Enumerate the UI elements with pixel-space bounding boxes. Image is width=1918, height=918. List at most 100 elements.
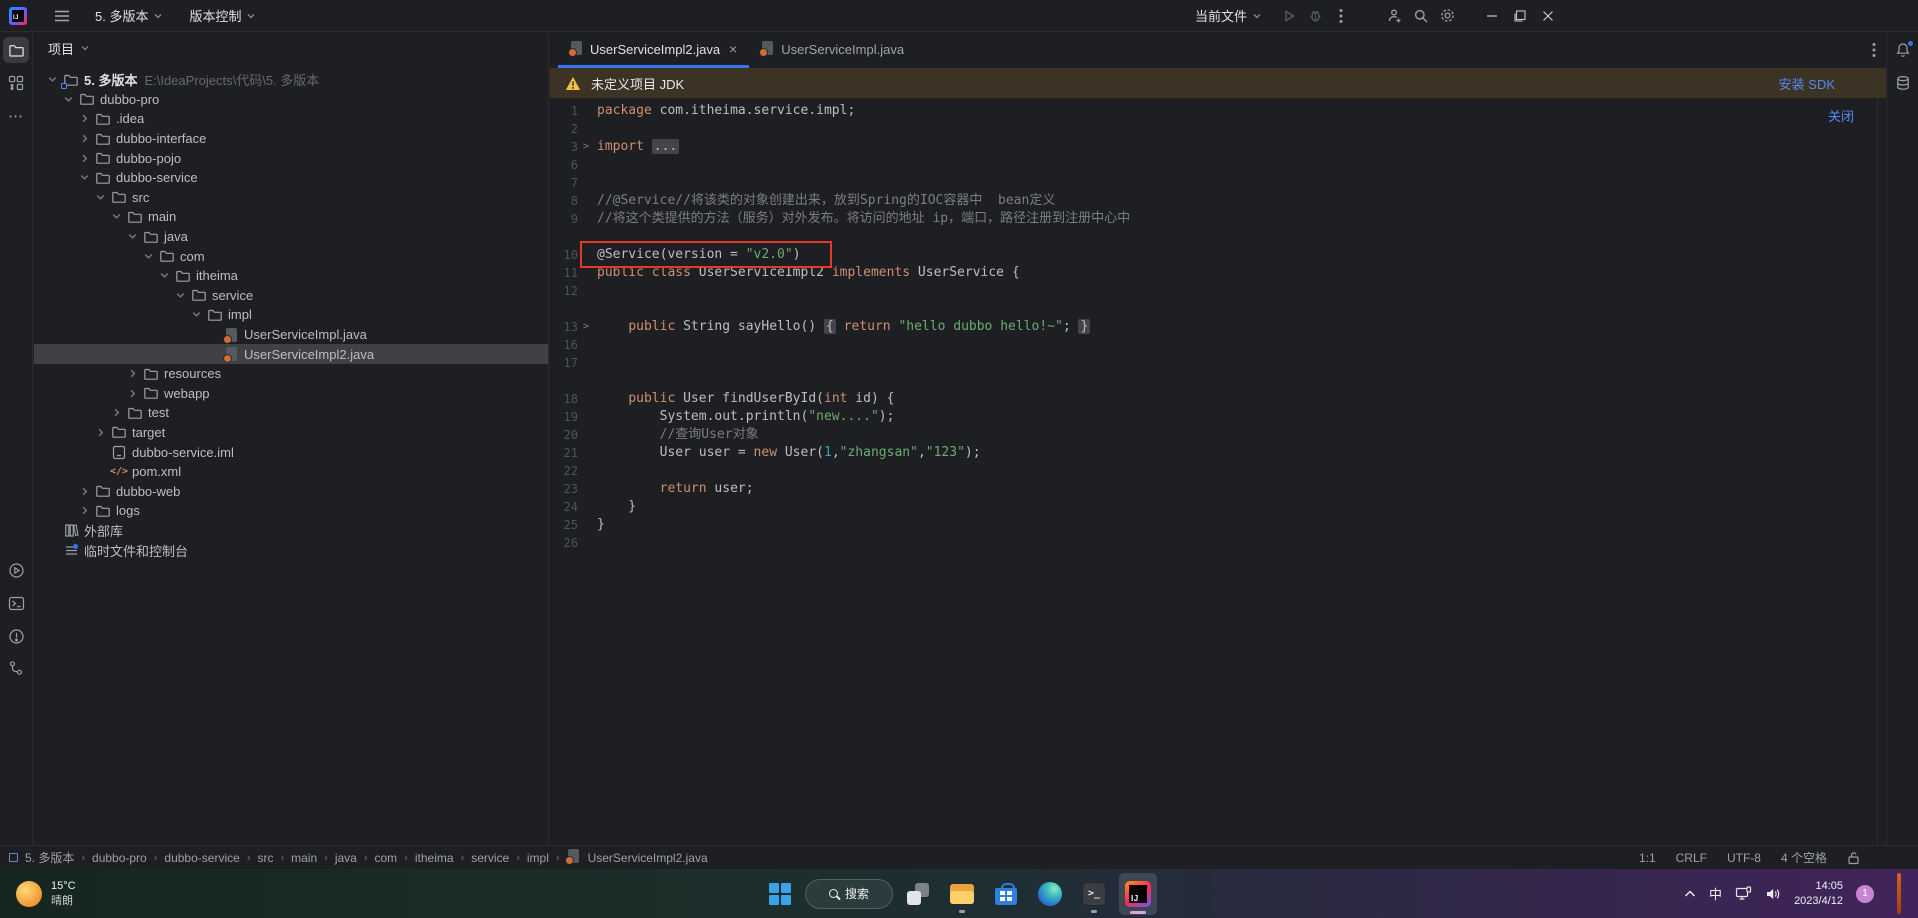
task-view-button[interactable]	[899, 873, 937, 915]
code-editor[interactable]: 1package com.itheima.service.impl;23>imp…	[550, 98, 1886, 845]
problems-toolwindow-icon[interactable]	[3, 623, 29, 649]
tree-item-impl[interactable]: impl	[34, 305, 548, 325]
code-line-3[interactable]: 3>import ...	[550, 138, 1886, 156]
code-line-25[interactable]: 25}	[550, 516, 1886, 534]
editor-tab-userserviceimpl2-java[interactable]: UserServiceImpl2.java×	[558, 33, 749, 68]
tree-item-userserviceimpl-java[interactable]: UserServiceImpl.java	[34, 325, 548, 345]
project-selector[interactable]: 5. 多版本	[95, 6, 163, 25]
chevron-down-icon[interactable]	[124, 230, 141, 243]
minimize-button[interactable]	[1478, 3, 1506, 29]
breadcrumb-item-com[interactable]: com	[375, 851, 398, 865]
tree-item-java[interactable]: java	[34, 227, 548, 247]
code-line-24[interactable]: 24 }	[550, 498, 1886, 516]
tree-item-test[interactable]: test	[34, 403, 548, 423]
structure-toolwindow-icon[interactable]	[3, 70, 29, 96]
chevron-right-icon[interactable]	[76, 132, 93, 145]
chevron-right-icon[interactable]	[76, 112, 93, 125]
tree-item-dubbo-service-iml[interactable]: dubbo-service.iml	[34, 442, 548, 462]
chevron-down-icon[interactable]	[140, 250, 157, 263]
close-tab-icon[interactable]: ×	[729, 42, 737, 56]
code-line-13[interactable]: 13> public String sayHello() { return "h…	[550, 318, 1886, 336]
weather-widget[interactable]: 15°C 晴朗	[16, 869, 76, 918]
project-panel-header[interactable]: 项目	[34, 33, 548, 63]
code-line-22[interactable]: 22	[550, 462, 1886, 480]
code-line-8[interactable]: 8//@Service//将该类的对象创建出来，放到Spring的IOC容器中 …	[550, 192, 1886, 210]
chevron-down-icon[interactable]	[44, 73, 61, 86]
chevron-right-icon[interactable]	[76, 152, 93, 165]
code-line-blank-11[interactable]	[550, 300, 1886, 318]
settings-gear-icon[interactable]	[1434, 3, 1460, 29]
tree-item-service[interactable]: service	[34, 286, 548, 306]
chevron-right-icon[interactable]	[124, 387, 141, 400]
notifications-bell-icon[interactable]	[1890, 37, 1916, 63]
tab-options-icon[interactable]	[1872, 42, 1876, 58]
chevron-right-icon[interactable]	[124, 367, 141, 380]
microsoft-store-button[interactable]	[987, 873, 1025, 915]
more-actions-icon[interactable]	[1328, 3, 1354, 29]
tree-item-webapp[interactable]: webapp	[34, 384, 548, 404]
fold-marker-icon[interactable]: >	[578, 138, 594, 156]
tree-item-dubbo-pojo[interactable]: dubbo-pojo	[34, 148, 548, 168]
code-line-26[interactable]: 26	[550, 534, 1886, 552]
tree-item-5[interactable]: 5. 多版本E:\IdeaProjects\代码\5. 多版本	[34, 70, 548, 90]
line-separator[interactable]: CRLF	[1676, 851, 1707, 865]
chevron-down-icon[interactable]	[76, 171, 93, 184]
code-line-19[interactable]: 19 System.out.println("new....");	[550, 408, 1886, 426]
file-explorer-button[interactable]	[943, 873, 981, 915]
debug-icon[interactable]	[1302, 3, 1328, 29]
code-line-23[interactable]: 23 return user;	[550, 480, 1886, 498]
main-menu-icon[interactable]	[49, 3, 75, 29]
breadcrumb-item-service[interactable]: service	[471, 851, 509, 865]
more-toolwindows-icon[interactable]: ⋯	[3, 103, 29, 129]
tree-item-main[interactable]: main	[34, 207, 548, 227]
tree-item-pom-xml[interactable]: </>pom.xml	[34, 462, 548, 482]
code-line-16[interactable]: 16	[550, 336, 1886, 354]
database-toolwindow-icon[interactable]	[1890, 70, 1916, 96]
chevron-right-icon[interactable]	[76, 485, 93, 498]
breadcrumb-item-impl[interactable]: impl	[527, 851, 549, 865]
code-line-7[interactable]: 7	[550, 174, 1886, 192]
code-line-18[interactable]: 18 public User findUserById(int id) {	[550, 390, 1886, 408]
edge-button[interactable]	[1031, 873, 1069, 915]
breadcrumb-item-userserviceimpl2-java[interactable]: UserServiceImpl2.java	[588, 851, 708, 865]
search-everywhere-icon[interactable]	[1408, 3, 1434, 29]
chevron-right-icon[interactable]	[92, 426, 109, 439]
chevron-down-icon[interactable]	[156, 269, 173, 282]
tree-item-dubbo-pro[interactable]: dubbo-pro	[34, 90, 548, 110]
version-control-toolwindow-icon[interactable]	[3, 655, 29, 681]
fold-marker-icon[interactable]: >	[578, 318, 594, 336]
code-line-10[interactable]: 10@Service(version = "v2.0")	[550, 246, 1886, 264]
clock-widget[interactable]: 14:05 2023/4/12	[1794, 879, 1843, 909]
breadcrumb-item-itheima[interactable]: itheima	[415, 851, 454, 865]
chevron-right-icon[interactable]	[76, 504, 93, 517]
code-line-21[interactable]: 21 User user = new User(1,"zhangsan","12…	[550, 444, 1886, 462]
code-with-me-icon[interactable]	[1382, 3, 1408, 29]
start-button[interactable]	[761, 873, 799, 915]
setup-sdk-link[interactable]: 安装 SDK	[1779, 74, 1835, 93]
notification-count-badge[interactable]: 1	[1856, 885, 1874, 903]
chevron-down-icon[interactable]	[92, 191, 109, 204]
network-icon[interactable]	[1735, 886, 1752, 901]
tree-item-target[interactable]: target	[34, 423, 548, 443]
intellij-idea-button[interactable]: IJ	[1119, 873, 1157, 915]
tree-item-row-24[interactable]: 临时文件和控制台	[34, 540, 548, 560]
code-line-1[interactable]: 1package com.itheima.service.impl;	[550, 102, 1886, 120]
tree-item-src[interactable]: src	[34, 188, 548, 208]
terminal-toolwindow-icon[interactable]	[3, 590, 29, 616]
breadcrumb-item-java[interactable]: java	[335, 851, 357, 865]
chevron-down-icon[interactable]	[60, 93, 77, 106]
maximize-button[interactable]	[1506, 3, 1534, 29]
services-toolwindow-icon[interactable]	[3, 557, 29, 583]
breadcrumb-item-dubbo-pro[interactable]: dubbo-pro	[92, 851, 147, 865]
project-toolwindow-icon[interactable]	[3, 37, 29, 63]
indent-style[interactable]: 4 个空格	[1781, 849, 1827, 866]
code-line-6[interactable]: 6	[550, 156, 1886, 174]
caret-position[interactable]: 1:1	[1639, 851, 1656, 865]
editor-tab-userserviceimpl-java[interactable]: UserServiceImpl.java	[749, 33, 916, 68]
show-hidden-icons-chevron[interactable]	[1684, 890, 1696, 898]
code-line-17[interactable]: 17	[550, 354, 1886, 372]
unlock-icon[interactable]	[1847, 851, 1860, 865]
tree-item-idea[interactable]: .idea	[34, 109, 548, 129]
code-line-2[interactable]: 2	[550, 120, 1886, 138]
tree-item-dubbo-web[interactable]: dubbo-web	[34, 481, 548, 501]
